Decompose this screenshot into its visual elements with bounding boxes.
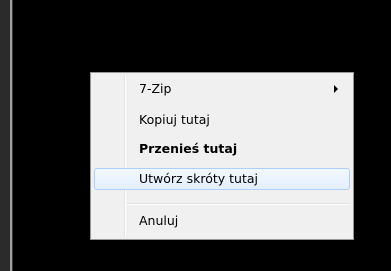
menu-separator [127,203,349,205]
menu-item-label: Anuluj [139,213,179,228]
menu-item-7zip[interactable]: 7-Zip [94,78,350,100]
window-frame-left [0,0,10,271]
menu-item-label: 7-Zip [139,81,172,96]
menu-item-create-shortcuts-here[interactable]: Utwórz skróty tutaj [94,168,350,190]
window-frame-inner-edge [12,0,13,271]
menu-item-label: Utwórz skróty tutaj [139,171,258,186]
menu-item-label: Kopiuj tutaj [139,112,210,127]
menu-item-move-here[interactable]: Przenieś tutaj [94,138,350,160]
menu-item-label: Przenieś tutaj [139,141,238,156]
submenu-arrow-icon [334,85,338,93]
context-menu: 7-Zip Kopiuj tutaj Przenieś tutaj Utwórz… [90,72,354,240]
menu-item-copy-here[interactable]: Kopiuj tutaj [94,109,350,131]
menu-item-cancel[interactable]: Anuluj [94,210,350,232]
